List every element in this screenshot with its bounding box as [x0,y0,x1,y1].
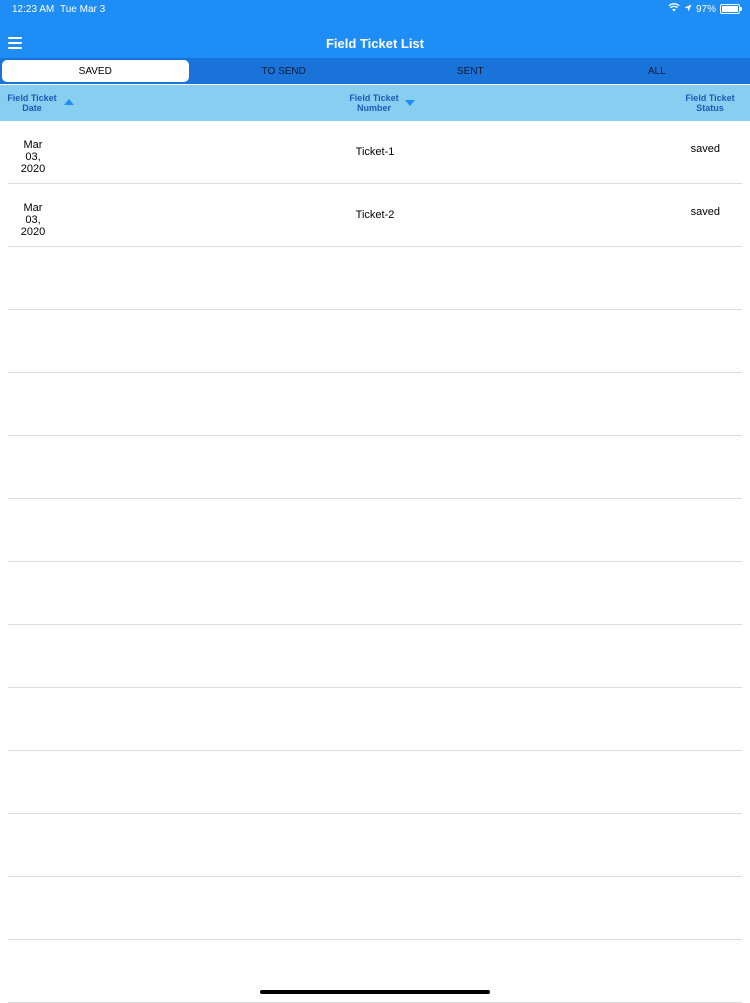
ticket-status: saved [691,143,720,155]
battery-icon [720,4,740,14]
top-bar: 12:23 AM Tue Mar 3 97% Field Ticket List [0,0,750,58]
column-header-number-line1: Field Ticket [344,93,404,103]
tab-all[interactable]: ALL [564,58,750,84]
empty-table-row [8,436,742,499]
ticket-date-year: 2020 [14,163,52,175]
ticket-date-day: 03, [14,151,52,163]
status-time: 12:23 AM [12,4,54,15]
empty-table-row [8,562,742,625]
ticket-date-day: 03, [14,214,52,226]
ticket-date-year: 2020 [14,226,52,238]
sort-descending-icon[interactable] [405,100,415,106]
status-date: Tue Mar 3 [60,4,105,15]
tab-sent[interactable]: SENT [377,58,564,84]
ticket-date-month: Mar [14,139,52,151]
tab-to-send[interactable]: TO SEND [191,58,378,84]
column-header-status-line1: Field Ticket [678,93,742,103]
empty-table-row [8,751,742,814]
status-indicators: 97% [668,3,740,15]
column-header-date[interactable]: Field Ticket Date [4,93,60,113]
empty-table-row [8,877,742,940]
table-row[interactable]: Mar 03, 2020 Ticket-1 saved [8,121,742,184]
ticket-number: Ticket-2 [325,209,425,221]
column-header-status[interactable]: Field Ticket Status [678,93,742,113]
home-indicator[interactable] [260,990,490,994]
empty-table-row [8,688,742,751]
page-title: Field Ticket List [0,36,750,51]
ticket-status: saved [691,206,720,218]
column-header-number[interactable]: Field Ticket Number [344,93,404,113]
ticket-list: Mar 03, 2020 Ticket-1 saved Mar 03, 2020… [8,121,742,1003]
ticket-date: Mar 03, 2020 [14,202,52,238]
empty-table-row [8,625,742,688]
column-header-date-line2: Date [4,103,60,113]
empty-table-row [8,310,742,373]
wifi-icon [668,3,680,15]
ticket-date-month: Mar [14,202,52,214]
empty-table-row [8,814,742,877]
segmented-tabs: SAVED TO SEND SENT ALL [0,58,750,84]
status-bar: 12:23 AM Tue Mar 3 97% [0,0,750,20]
ticket-date: Mar 03, 2020 [14,139,52,175]
column-header-date-line1: Field Ticket [4,93,60,103]
empty-table-row [8,499,742,562]
empty-table-row [8,373,742,436]
empty-table-row [8,247,742,310]
table-row[interactable]: Mar 03, 2020 Ticket-2 saved [8,184,742,247]
column-header-number-line2: Number [344,103,404,113]
sort-ascending-icon[interactable] [64,99,74,105]
ticket-number: Ticket-1 [325,146,425,158]
table-header: Field Ticket Date Field Ticket Number Fi… [0,85,750,121]
location-arrow-icon [684,4,692,15]
tab-saved[interactable]: SAVED [2,60,189,82]
battery-percent: 97% [696,4,716,15]
column-header-status-line2: Status [678,103,742,113]
